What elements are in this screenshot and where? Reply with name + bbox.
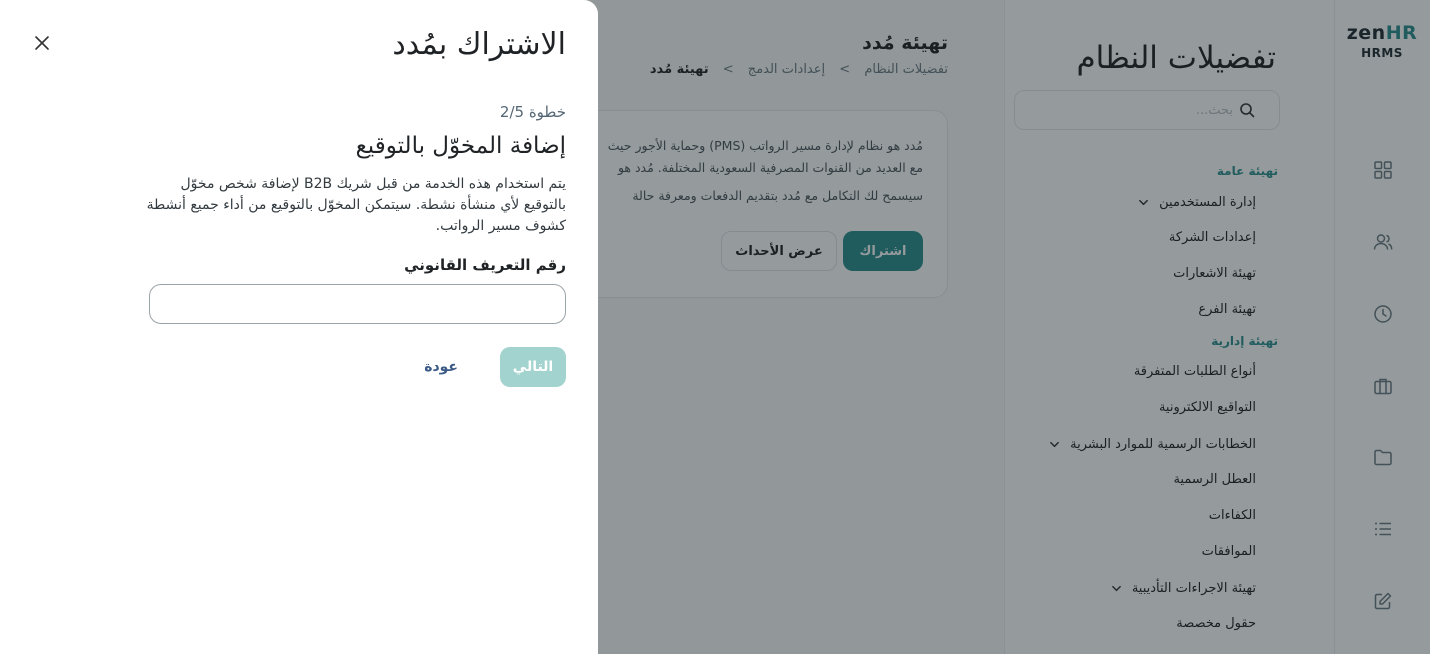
close-icon — [35, 36, 49, 50]
subscribe-mudad-drawer: الاشتراك بمُدد خطوة 2/5 إضافة المخوّل با… — [0, 0, 598, 654]
drawer-actions: التالي عودة — [408, 347, 566, 387]
drawer-title: الاشتراك بمُدد — [392, 27, 566, 62]
back-button[interactable]: عودة — [408, 347, 474, 387]
section-title: إضافة المخوّل بالتوقيع — [355, 133, 566, 159]
step-indicator: خطوة 2/5 — [499, 103, 566, 121]
close-button[interactable] — [30, 31, 54, 55]
legal-id-label: رقم التعريف القانوني — [404, 256, 566, 274]
section-description: يتم استخدام هذه الخدمة من قبل شريك B2B ل… — [146, 176, 566, 234]
next-button[interactable]: التالي — [500, 347, 566, 387]
legal-id-input[interactable] — [149, 284, 566, 324]
